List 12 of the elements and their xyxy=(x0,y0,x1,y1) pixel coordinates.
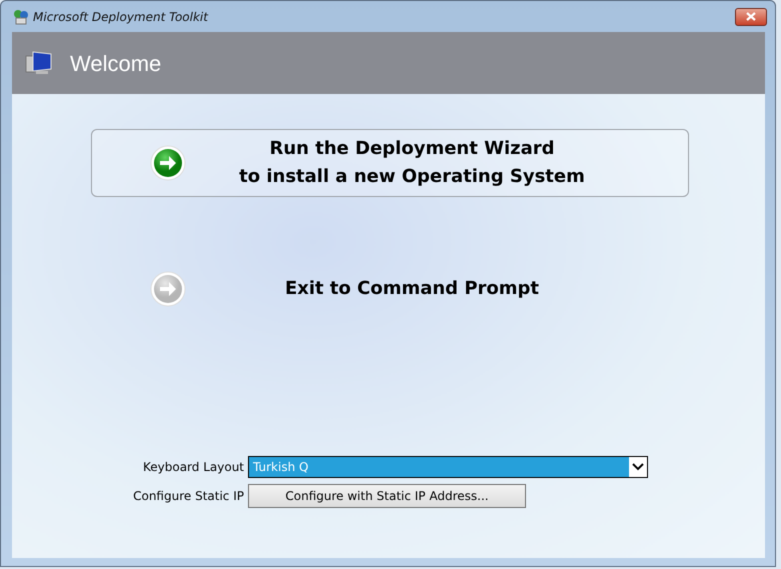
field-label: Keyboard Layout xyxy=(142,459,244,476)
action-option[interactable]: Run the Deployment Wizard to install a new Operating System xyxy=(91,129,689,197)
close-button[interactable] xyxy=(735,8,767,26)
page-title: Welcome xyxy=(70,50,162,78)
action-option[interactable]: Exit to Command Prompt xyxy=(91,255,689,323)
window-title: Microsoft Deployment Toolkit xyxy=(33,8,208,26)
chevron-down-icon xyxy=(632,463,644,471)
static-ip-button[interactable]: Configure with Static IP Address... xyxy=(248,484,526,508)
computer-icon xyxy=(24,50,54,76)
close-icon xyxy=(746,12,756,21)
field-label: Configure Static IP xyxy=(132,488,244,504)
app-icon xyxy=(13,8,29,24)
